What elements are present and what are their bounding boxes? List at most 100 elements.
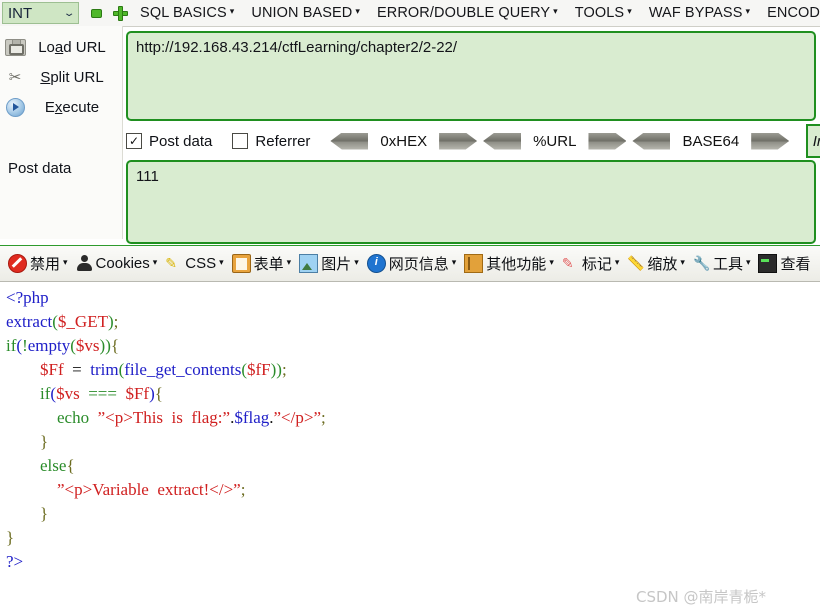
arrow-left-icon[interactable] bbox=[632, 133, 670, 150]
chevron-down-icon: ▾ bbox=[553, 5, 558, 16]
chevron-down-icon: ▾ bbox=[152, 257, 158, 267]
code-line: if(!empty($vs)){ bbox=[6, 334, 820, 358]
toolbar-resize[interactable]: 📏 缩放 ▾ bbox=[627, 253, 685, 274]
code-line: ?> bbox=[6, 550, 820, 574]
menu-union-based[interactable]: UNION BASED ▾ bbox=[251, 5, 360, 21]
execute-button[interactable]: Execute bbox=[0, 94, 122, 120]
toolbar-css[interactable]: ✎ CSS ▾ bbox=[165, 255, 223, 272]
toolbar-label: 禁用 bbox=[30, 256, 61, 273]
code-token: ; bbox=[281, 360, 287, 379]
code-token: ; bbox=[240, 480, 246, 499]
toolbar-misc[interactable]: 其他功能 ▾ bbox=[464, 253, 554, 274]
hackbar-browser-window: INT ⌄ SQL BASICS ▾ UNION BASED ▾ ERROR/D… bbox=[0, 0, 820, 614]
execute-label: Execute bbox=[44, 98, 100, 116]
toolbar-label: Cookies bbox=[95, 255, 150, 272]
arrow-right-icon[interactable] bbox=[439, 133, 477, 150]
toolbar-label: 缩放 bbox=[647, 256, 678, 273]
minus-icon[interactable] bbox=[91, 8, 103, 18]
menu-label: SQL BASICS bbox=[140, 5, 227, 21]
code-token: $Ff bbox=[40, 360, 64, 379]
checkbox-box: ✓ bbox=[126, 133, 142, 149]
menu-error-double-query[interactable]: ERROR/DOUBLE QUERY ▾ bbox=[377, 5, 558, 21]
insert-string-button[interactable]: In bbox=[806, 124, 820, 158]
info-icon: i bbox=[366, 254, 386, 273]
code-token: ?> bbox=[6, 552, 24, 571]
code-token: { bbox=[110, 336, 120, 355]
load-url-label: Load URL bbox=[38, 38, 106, 56]
code-token: extract bbox=[6, 312, 53, 331]
toolbar-images[interactable]: 图片 ▾ bbox=[299, 253, 359, 274]
code-token: ”<p>Variable extract!</>” bbox=[57, 480, 241, 499]
toolbar-page-info[interactable]: i 网页信息 ▾ bbox=[366, 253, 456, 274]
code-line: extract($_GET); bbox=[6, 310, 820, 334]
form-icon bbox=[231, 254, 251, 273]
chevron-down-icon: ▾ bbox=[355, 5, 361, 16]
toolbar-label: 查看 bbox=[780, 256, 811, 273]
code-token: $fF bbox=[246, 360, 271, 379]
chevron-down-icon: ▾ bbox=[549, 257, 554, 267]
post-data-input[interactable]: 111 bbox=[126, 160, 816, 244]
load-url-button[interactable]: Load URL bbox=[0, 34, 122, 60]
arrow-left-icon[interactable] bbox=[483, 133, 521, 150]
image-icon bbox=[299, 254, 319, 273]
toolbar-label: 标记 bbox=[581, 256, 612, 273]
arrow-right-icon[interactable] bbox=[588, 133, 626, 150]
encoder-url-group: %URL bbox=[483, 133, 626, 150]
encoder-base64-group: BASE64 bbox=[632, 133, 789, 150]
code-token: ”<p>This is flag:” bbox=[97, 408, 231, 427]
menu-encoding[interactable]: ENCOD bbox=[767, 5, 820, 21]
code-token: echo bbox=[57, 408, 90, 427]
chevron-down-icon: ▾ bbox=[614, 257, 620, 267]
menu-tools[interactable]: TOOLS ▾ bbox=[575, 5, 632, 21]
toolbar-forms[interactable]: 表单 ▾ bbox=[231, 253, 292, 274]
encoder-hex-label: 0xHEX bbox=[380, 132, 428, 150]
menu-sql-basics[interactable]: SQL BASICS ▾ bbox=[140, 5, 234, 21]
plus-icon[interactable] bbox=[113, 5, 129, 21]
toolbar-cookies[interactable]: Cookies ▾ bbox=[76, 255, 158, 272]
code-token: $Ff bbox=[125, 384, 150, 403]
user-icon bbox=[76, 255, 93, 272]
chevron-down-icon: ▾ bbox=[354, 257, 359, 267]
toolbar-label: 工具 bbox=[712, 256, 743, 273]
code-token: else bbox=[40, 456, 67, 475]
toolbar-label: CSS bbox=[185, 255, 217, 272]
css-icon: ✎ bbox=[165, 255, 178, 271]
code-token: ; bbox=[113, 312, 119, 331]
referrer-checkbox[interactable]: Referrer bbox=[232, 133, 310, 150]
pen-icon: ✎ bbox=[561, 255, 574, 271]
toolbar-view-source[interactable]: 查看 bbox=[758, 253, 811, 274]
menu-label: TOOLS bbox=[574, 5, 625, 21]
split-url-button[interactable]: ✂ Split URL bbox=[0, 64, 122, 90]
menu-label: ERROR/DOUBLE QUERY bbox=[377, 5, 551, 21]
arrow-left-icon[interactable] bbox=[330, 133, 368, 150]
toolbar-label: 图片 bbox=[321, 256, 352, 273]
injection-type-value: INT bbox=[8, 4, 33, 22]
chevron-down-icon: ▾ bbox=[627, 5, 632, 16]
code-line: <?php bbox=[6, 286, 820, 310]
chevron-down-icon: ▾ bbox=[63, 257, 68, 267]
url-input[interactable]: http://192.168.43.214/ctfLearning/chapte… bbox=[126, 31, 816, 121]
chevron-down-icon: ▾ bbox=[229, 5, 235, 16]
toolbar-tools[interactable]: 🔧 工具 ▾ bbox=[693, 253, 751, 274]
toolbar-disable[interactable]: 禁用 ▾ bbox=[8, 253, 68, 274]
menu-label: ENCOD bbox=[767, 5, 820, 21]
chevron-down-icon: ▾ bbox=[680, 257, 685, 267]
toolbar-label: 其他功能 bbox=[486, 256, 547, 273]
post-data-input-value: 111 bbox=[136, 168, 159, 185]
toolbar-label: 网页信息 bbox=[388, 256, 449, 273]
web-developer-toolbar: 禁用 ▾ Cookies ▾ ✎ CSS ▾ 表单 ▾ 图片 ▾ i 网页信息 … bbox=[0, 245, 820, 282]
toolbar-outline[interactable]: ✎ 标记 ▾ bbox=[562, 253, 620, 274]
post-data-checkbox[interactable]: ✓ Post data bbox=[126, 133, 212, 150]
code-line: echo ”<p>This is flag:”.$flag.”</p>”; bbox=[6, 406, 820, 430]
chevron-down-icon: ▾ bbox=[286, 257, 292, 267]
arrow-right-icon[interactable] bbox=[751, 133, 789, 150]
menu-waf-bypass[interactable]: WAF BYPASS ▾ bbox=[649, 5, 750, 21]
code-token: } bbox=[6, 528, 15, 547]
injection-type-select[interactable]: INT ⌄ bbox=[2, 2, 80, 24]
code-line: else{ bbox=[6, 454, 820, 478]
